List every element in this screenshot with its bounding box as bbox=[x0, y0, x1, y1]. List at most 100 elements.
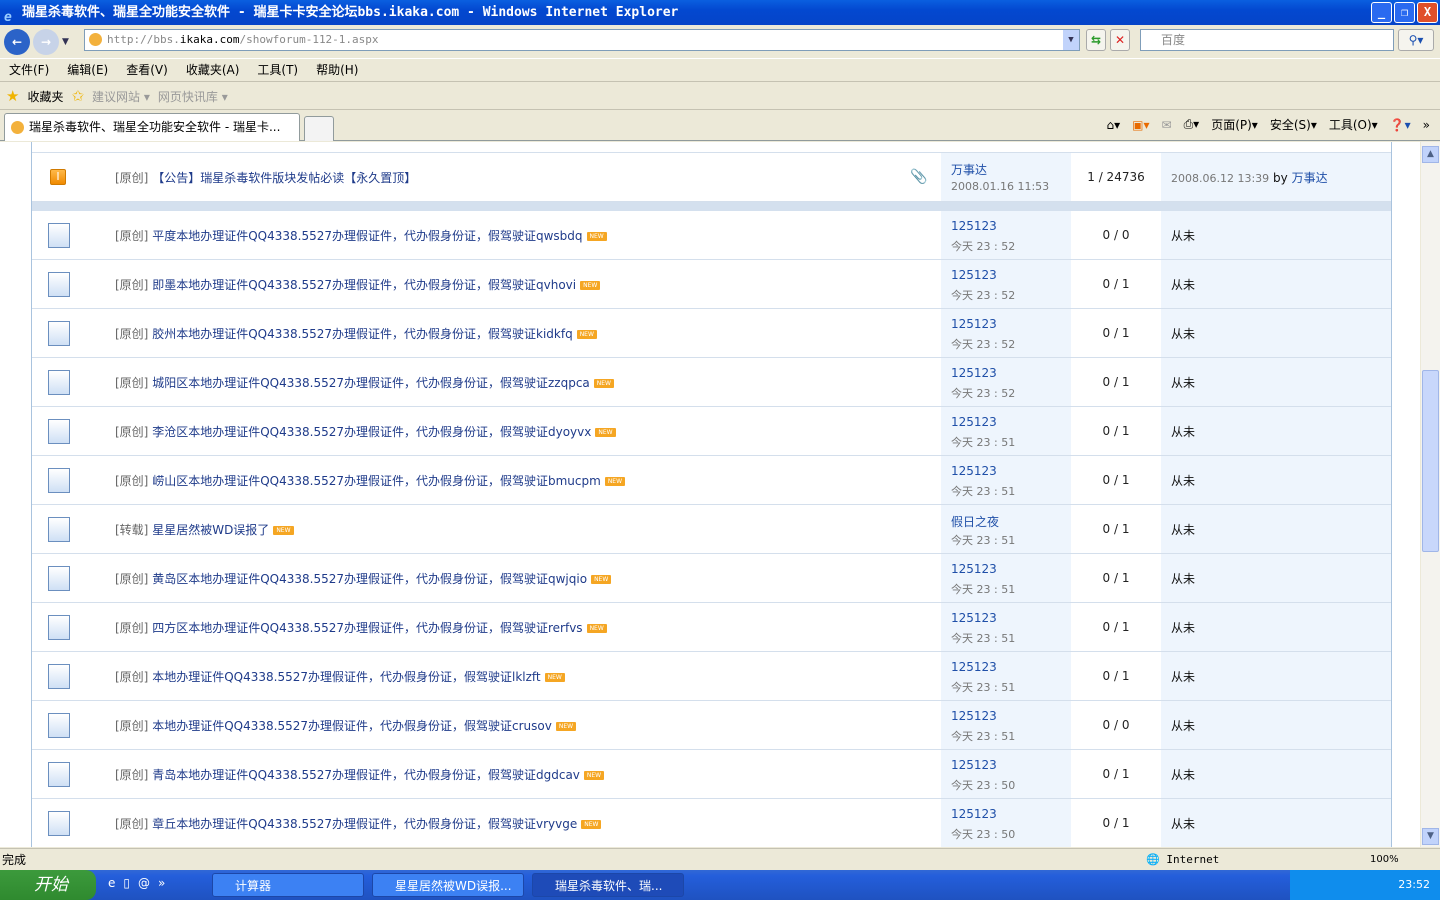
favorites-button[interactable]: 收藏夹 bbox=[27, 88, 63, 105]
thread-author[interactable]: 125123 bbox=[951, 758, 997, 772]
thread-author[interactable]: 125123 bbox=[951, 219, 997, 233]
tools-menu[interactable]: 工具(O)▾ bbox=[1329, 116, 1378, 133]
recent-pages-dropdown[interactable]: ▼ bbox=[62, 37, 69, 47]
thread-title[interactable]: [原创] 章丘本地办理证件QQ4338.5527办理假证件，代办假身份证，假驾驶… bbox=[115, 815, 602, 832]
thread-title-text: 黄岛区本地办理证件QQ4338.5527办理假证件，代办假身份证，假驾驶证qwj… bbox=[152, 572, 588, 586]
thread-title[interactable]: [原创] 本地办理证件QQ4338.5527办理假证件，代办假身份证，假驾驶证l… bbox=[115, 668, 565, 685]
minimize-button[interactable]: _ bbox=[1371, 2, 1392, 23]
thread-author[interactable]: 125123 bbox=[951, 611, 997, 625]
feeds-icon[interactable]: ▣▾ bbox=[1132, 118, 1149, 132]
new-badge: NEW bbox=[586, 624, 607, 633]
thread-time: 今天 23 : 52 bbox=[951, 240, 1016, 253]
thread-author[interactable]: 125123 bbox=[951, 366, 997, 380]
zoom-level[interactable]: 100% bbox=[1370, 849, 1399, 871]
taskbar: 开始 e ▯ @ » 计算器 星星居然被WD误报... 瑞星杀毒软件、瑞... … bbox=[0, 870, 1440, 900]
thread-author[interactable]: 125123 bbox=[951, 709, 997, 723]
taskbar-item-ie-active[interactable]: 瑞星杀毒软件、瑞... bbox=[532, 873, 684, 897]
last-reply-cell bbox=[1161, 309, 1391, 357]
thread-author[interactable]: 125123 bbox=[951, 317, 997, 331]
menu-file[interactable]: 文件(F) bbox=[9, 59, 49, 81]
scroll-up-button[interactable]: ▲ bbox=[1422, 146, 1439, 163]
thread-author[interactable]: 假日之夜 bbox=[951, 513, 999, 530]
thread-time: 今天 23 : 51 bbox=[951, 583, 1016, 596]
thread-file-icon bbox=[48, 468, 70, 493]
reply-view-count: 0 / 1 bbox=[1102, 620, 1130, 634]
favorites-bar: ★ 收藏夹 ✩ 建议网站 ▾ 网页快讯库 ▾ bbox=[0, 83, 1440, 110]
thread-title[interactable]: [原创] 青岛本地办理证件QQ4338.5527办理假证件，代办假身份证，假驾驶… bbox=[115, 766, 605, 783]
thread-title-text: 本地办理证件QQ4338.5527办理假证件，代办假身份证，假驾驶证lklzft bbox=[152, 670, 541, 684]
thread-title[interactable]: [原创] 崂山区本地办理证件QQ4338.5527办理假证件，代办假身份证，假驾… bbox=[115, 472, 626, 489]
scroll-down-button[interactable]: ▼ bbox=[1422, 828, 1439, 845]
scroll-thumb[interactable] bbox=[1422, 370, 1439, 552]
thread-title[interactable]: [原创] 【公告】瑞星杀毒软件版块发帖必读【永久置顶】 bbox=[115, 169, 416, 186]
page-menu[interactable]: 页面(P)▾ bbox=[1211, 116, 1258, 133]
thread-row: [原创] 本地办理证件QQ4338.5527办理假证件，代办假身份证，假驾驶证c… bbox=[32, 701, 1391, 750]
webslice-gallery-button[interactable]: 网页快讯库 ▾ bbox=[158, 88, 228, 105]
home-icon[interactable]: ⌂▾ bbox=[1106, 118, 1120, 132]
help-icon[interactable]: ❓▾ bbox=[1390, 118, 1411, 132]
new-badge: NEW bbox=[581, 820, 602, 829]
outlook-quicklaunch-icon[interactable]: @ bbox=[138, 876, 150, 890]
last-reply-cell bbox=[1161, 652, 1391, 700]
taskbar-item-forum-thread[interactable]: 星星居然被WD误报... bbox=[372, 873, 524, 897]
start-button[interactable]: 开始 bbox=[0, 870, 96, 900]
search-input[interactable]: 百度 bbox=[1140, 29, 1394, 51]
thread-title[interactable]: [原创] 城阳区本地办理证件QQ4338.5527办理假证件，代办假身份证，假驾… bbox=[115, 374, 614, 391]
restore-button[interactable]: ❐ bbox=[1394, 2, 1415, 23]
thread-title[interactable]: [原创] 李沧区本地办理证件QQ4338.5527办理假证件，代办假身份证，假驾… bbox=[115, 423, 616, 440]
stop-button[interactable]: ✕ bbox=[1110, 29, 1130, 51]
thread-file-icon bbox=[48, 321, 70, 346]
safety-menu[interactable]: 安全(S)▾ bbox=[1270, 116, 1317, 133]
add-favorite-icon[interactable]: ✩ bbox=[71, 87, 84, 105]
thread-author[interactable]: 万事达 bbox=[951, 161, 987, 178]
new-tab-button[interactable] bbox=[304, 116, 334, 141]
back-button[interactable]: ← bbox=[4, 29, 30, 55]
menu-edit[interactable]: 编辑(E) bbox=[67, 59, 108, 81]
thread-row: [原创] 章丘本地办理证件QQ4338.5527办理假证件，代办假身份证，假驾驶… bbox=[32, 799, 1391, 847]
thread-prefix: [原创] bbox=[115, 474, 149, 488]
thread-author[interactable]: 125123 bbox=[951, 807, 997, 821]
reply-view-count: 0 / 1 bbox=[1102, 277, 1130, 291]
thread-title[interactable]: [原创] 本地办理证件QQ4338.5527办理假证件，代办假身份证，假驾驶证c… bbox=[115, 717, 577, 734]
menu-view[interactable]: 查看(V) bbox=[126, 59, 168, 81]
forward-button[interactable]: → bbox=[33, 29, 59, 55]
menu-favorites[interactable]: 收藏夹(A) bbox=[186, 59, 240, 81]
thread-title[interactable]: [转载] 星星居然被WD误报了 NEW bbox=[115, 521, 294, 538]
thread-title[interactable]: [原创] 即墨本地办理证件QQ4338.5527办理假证件，代办假身份证，假驾驶… bbox=[115, 276, 601, 293]
desktop-quicklaunch-icon[interactable]: ▯ bbox=[123, 876, 130, 890]
thread-row: [原创] 四方区本地办理证件QQ4338.5527办理假证件，代办假身份证，假驾… bbox=[32, 603, 1391, 652]
menu-tools[interactable]: 工具(T) bbox=[257, 59, 298, 81]
thread-author[interactable]: 125123 bbox=[951, 660, 997, 674]
suggested-sites-button[interactable]: 建议网站 ▾ bbox=[92, 88, 150, 105]
thread-title[interactable]: [原创] 胶州本地办理证件QQ4338.5527办理假证件，代办假身份证，假驾驶… bbox=[115, 325, 597, 342]
thread-author[interactable]: 125123 bbox=[951, 464, 997, 478]
mail-icon[interactable]: ✉ bbox=[1162, 118, 1172, 132]
browser-tab[interactable]: 瑞星杀毒软件、瑞星全功能安全软件 - 瑞星卡... bbox=[4, 113, 300, 141]
thread-title[interactable]: [原创] 黄岛区本地办理证件QQ4338.5527办理假证件，代办假身份证，假驾… bbox=[115, 570, 612, 587]
address-dropdown-icon[interactable]: ▼ bbox=[1063, 30, 1079, 50]
quicklaunch-more-icon[interactable]: » bbox=[158, 876, 165, 890]
thread-prefix: [原创] bbox=[115, 670, 149, 684]
thread-author[interactable]: 125123 bbox=[951, 562, 997, 576]
thread-author[interactable]: 125123 bbox=[951, 268, 997, 282]
close-button[interactable]: X bbox=[1417, 2, 1438, 23]
taskbar-item-calculator[interactable]: 计算器 bbox=[212, 873, 364, 897]
new-badge: NEW bbox=[273, 526, 294, 535]
thread-title[interactable]: [原创] 平度本地办理证件QQ4338.5527办理假证件，代办假身份证，假驾驶… bbox=[115, 227, 607, 244]
reply-view-count: 0 / 1 bbox=[1102, 375, 1130, 389]
last-reply-author[interactable]: 万事达 bbox=[1292, 171, 1328, 185]
thread-title[interactable]: [原创] 四方区本地办理证件QQ4338.5527办理假证件，代办假身份证，假驾… bbox=[115, 619, 607, 636]
thread-prefix: [原创] bbox=[115, 572, 149, 586]
more-chevron[interactable]: » bbox=[1423, 118, 1430, 132]
zone-label: Internet bbox=[1166, 853, 1220, 866]
address-bar[interactable]: http://bbs.ikaka.com/showforum-112-1.asp… bbox=[84, 29, 1080, 51]
last-reply-cell bbox=[1161, 211, 1391, 259]
print-icon[interactable]: ⎙▾ bbox=[1184, 117, 1200, 132]
safety-menu-label: 安全(S) bbox=[1269, 118, 1311, 132]
ie-quicklaunch-icon[interactable]: e bbox=[108, 876, 115, 890]
refresh-button[interactable]: ⇆ bbox=[1086, 29, 1106, 51]
menu-help[interactable]: 帮助(H) bbox=[316, 59, 358, 81]
vertical-scrollbar[interactable]: ▲ ▼ bbox=[1421, 142, 1440, 847]
search-button[interactable]: ⚲▾ bbox=[1398, 29, 1434, 51]
thread-author[interactable]: 125123 bbox=[951, 415, 997, 429]
